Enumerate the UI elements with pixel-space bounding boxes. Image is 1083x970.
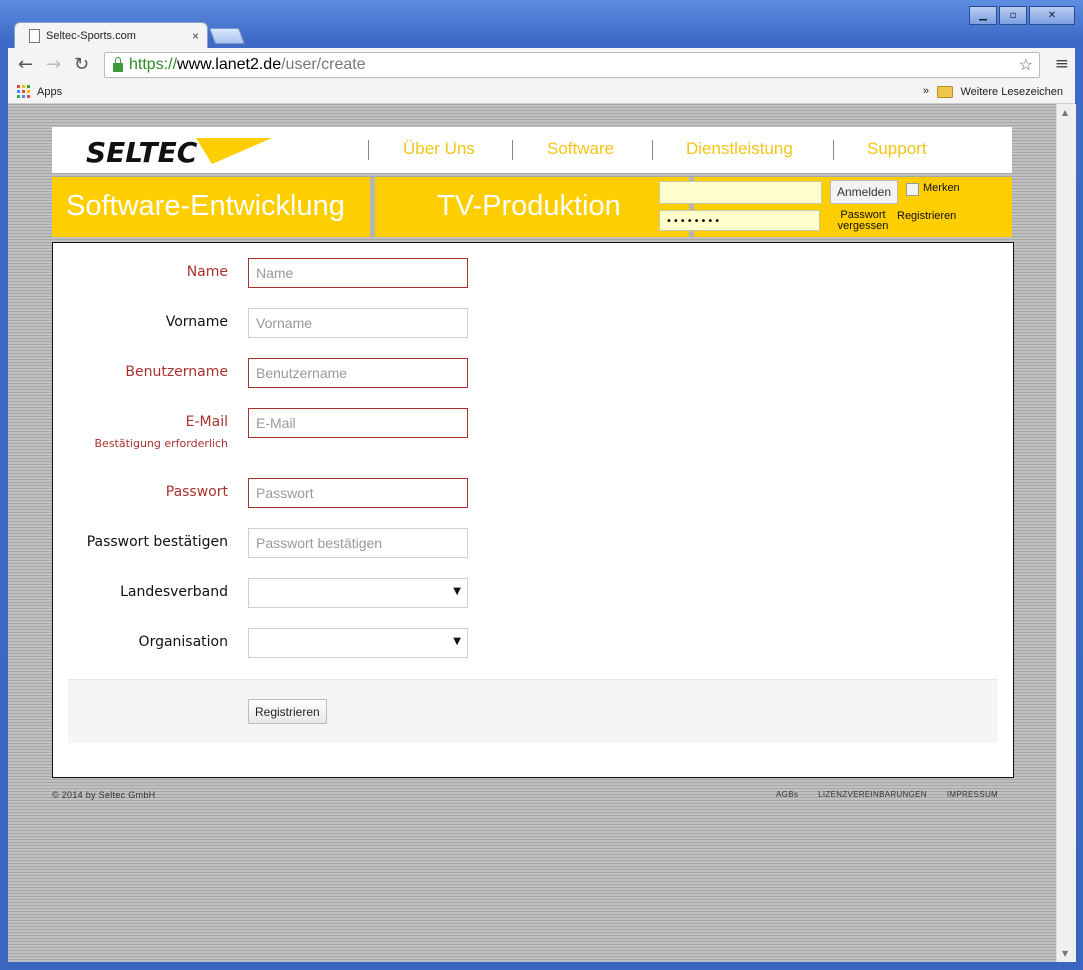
email-input[interactable]: E-Mail <box>248 408 468 438</box>
banner-left-text: Software-Entwicklung <box>66 190 345 222</box>
landesverband-select[interactable]: ▼ <box>248 578 468 608</box>
star-icon[interactable]: ☆ <box>1019 55 1033 75</box>
nav-ueber-uns[interactable]: Über Uns <box>403 139 475 159</box>
nav-support[interactable]: Support <box>867 139 927 159</box>
email-label: E-Mail <box>185 414 228 430</box>
vertical-scrollbar[interactable]: ▲ ▼ <box>1056 104 1076 962</box>
name-label: Name <box>186 264 228 280</box>
banner-tv-produktion[interactable]: TV-Produktion <box>375 177 689 237</box>
name-input[interactable]: Name <box>248 258 468 288</box>
benutzername-input[interactable]: Benutzername <box>248 358 468 388</box>
copyright: © 2014 by Seltec GmbH <box>52 790 156 800</box>
login-password-input[interactable]: •••••••• <box>659 210 820 231</box>
folder-icon <box>937 86 953 98</box>
url-scheme: https:// <box>129 56 178 73</box>
chevron-down-icon: ▼ <box>453 636 461 647</box>
footer-links: AGBs LIZENZVEREINBARUNGEN IMPRESSUM <box>776 790 998 799</box>
browser-toolbar: ← → ↻ https://www.lanet2.de/user/create … <box>8 48 1075 81</box>
passwort-input[interactable]: Passwort <box>248 478 468 508</box>
reload-icon[interactable]: ↻ <box>74 54 89 75</box>
menu-icon[interactable]: ≡ <box>1055 54 1069 74</box>
lock-icon <box>113 56 123 72</box>
registration-form: Name Name Vorname Vorname Benutzername B… <box>52 242 1014 778</box>
remember-label: Merken <box>923 182 960 194</box>
passwort-bestaetigen-input[interactable]: Passwort bestätigen <box>248 528 468 558</box>
form-actions: Registrieren <box>68 679 998 743</box>
browser-tab[interactable]: Seltec-Sports.com × <box>14 22 208 49</box>
forward-icon[interactable]: → <box>46 54 61 75</box>
register-link[interactable]: Registrieren <box>897 210 956 222</box>
banner-software-entwicklung[interactable]: Software-Entwicklung <box>52 177 370 237</box>
footer-link-impressum[interactable]: IMPRESSUM <box>947 790 998 799</box>
organisation-label: Organisation <box>138 634 228 650</box>
scroll-down-icon[interactable]: ▼ <box>1062 949 1068 958</box>
url-path: /user/create <box>281 56 366 73</box>
page-viewport: SELTEC Über Uns Software Dienstleistung … <box>8 104 1056 962</box>
forgot-password-link[interactable]: Passwort vergessen <box>830 210 896 232</box>
seltec-logo[interactable]: SELTEC <box>86 134 272 166</box>
passwort-label: Passwort <box>165 484 228 500</box>
footer-link-agbs[interactable]: AGBs <box>776 790 798 799</box>
registrieren-button[interactable]: Registrieren <box>248 699 327 724</box>
apps-link[interactable]: Apps <box>37 86 62 98</box>
remember-checkbox[interactable] <box>906 183 919 196</box>
page-icon <box>29 29 40 43</box>
tab-title: Seltec-Sports.com <box>46 30 136 42</box>
organisation-select[interactable]: ▼ <box>248 628 468 658</box>
nav-software[interactable]: Software <box>547 139 614 159</box>
passwort-bestaetigen-label: Passwort bestätigen <box>86 534 228 550</box>
address-bar[interactable]: https://www.lanet2.de/user/create ☆ <box>104 52 1040 78</box>
nav-dienstleistung[interactable]: Dienstleistung <box>686 139 793 159</box>
maximize-button[interactable]: ▫ <box>999 6 1027 25</box>
banner-middle-text: TV-Produktion <box>437 190 621 222</box>
logo-text: SELTEC <box>86 136 198 166</box>
apps-icon[interactable] <box>17 85 30 98</box>
new-tab-button[interactable] <box>209 28 245 44</box>
bookmarks-bar: Apps » Weitere Lesezeichen <box>8 81 1075 104</box>
title-bar: ▁ ▫ ✕ Seltec-Sports.com × <box>0 0 1083 50</box>
bookmarks-overflow[interactable]: » <box>923 85 929 97</box>
site-header: SELTEC Über Uns Software Dienstleistung … <box>52 127 1012 173</box>
url-host: www.lanet2.de <box>177 56 282 73</box>
scroll-up-icon[interactable]: ▲ <box>1062 108 1068 117</box>
vorname-label: Vorname <box>165 314 228 330</box>
minimize-button[interactable]: ▁ <box>969 6 997 25</box>
close-window-button[interactable]: ✕ <box>1029 6 1075 25</box>
other-bookmarks[interactable]: Weitere Lesezeichen <box>960 86 1063 98</box>
close-tab-icon[interactable]: × <box>192 29 199 43</box>
back-icon[interactable]: ← <box>18 54 33 75</box>
chevron-down-icon: ▼ <box>453 586 461 597</box>
login-button[interactable]: Anmelden <box>830 180 898 204</box>
footer-link-lizenz[interactable]: LIZENZVEREINBARUNGEN <box>818 790 927 799</box>
login-username-input[interactable] <box>659 181 822 204</box>
benutzername-label: Benutzername <box>125 364 228 380</box>
landesverband-label: Landesverband <box>120 584 228 600</box>
vorname-input[interactable]: Vorname <box>248 308 468 338</box>
email-confirmation-note: Bestätigung erforderlich <box>94 437 229 450</box>
browser-window: ▁ ▫ ✕ Seltec-Sports.com × ← → ↻ https://… <box>0 0 1083 970</box>
